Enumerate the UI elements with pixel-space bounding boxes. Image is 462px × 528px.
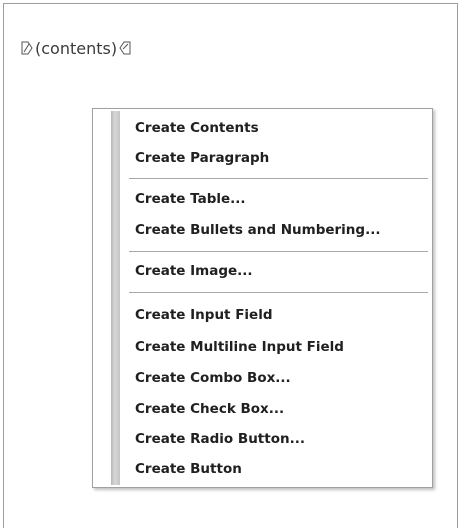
tag-open-icon <box>20 40 34 56</box>
menu-item-create-paragraph[interactable]: Create Paragraph <box>135 146 269 170</box>
menu-item-create-check-box[interactable]: Create Check Box... <box>135 397 284 421</box>
contents-tag-text: (contents) <box>35 38 118 58</box>
menu-item-create-input-field[interactable]: Create Input Field <box>135 303 273 327</box>
menu-gutter <box>111 111 120 485</box>
tag-close-icon <box>118 40 132 56</box>
menu-item-create-table[interactable]: Create Table... <box>135 187 246 211</box>
menu-item-create-combo-box[interactable]: Create Combo Box... <box>135 366 291 390</box>
menu-separator <box>129 178 428 180</box>
menu-separator <box>129 292 428 294</box>
menu-item-create-radio-button[interactable]: Create Radio Button... <box>135 427 305 451</box>
context-menu: Create Contents Create Paragraph Create … <box>92 108 433 488</box>
menu-item-create-image[interactable]: Create Image... <box>135 259 253 283</box>
menu-separator <box>129 251 428 253</box>
menu-item-create-button[interactable]: Create Button <box>135 457 242 481</box>
menu-item-create-multiline-input-field[interactable]: Create Multiline Input Field <box>135 335 344 359</box>
menu-item-create-contents[interactable]: Create Contents <box>135 116 259 140</box>
menu-item-create-bullets-numbering[interactable]: Create Bullets and Numbering... <box>135 218 380 242</box>
contents-element[interactable]: (contents) <box>20 38 132 58</box>
